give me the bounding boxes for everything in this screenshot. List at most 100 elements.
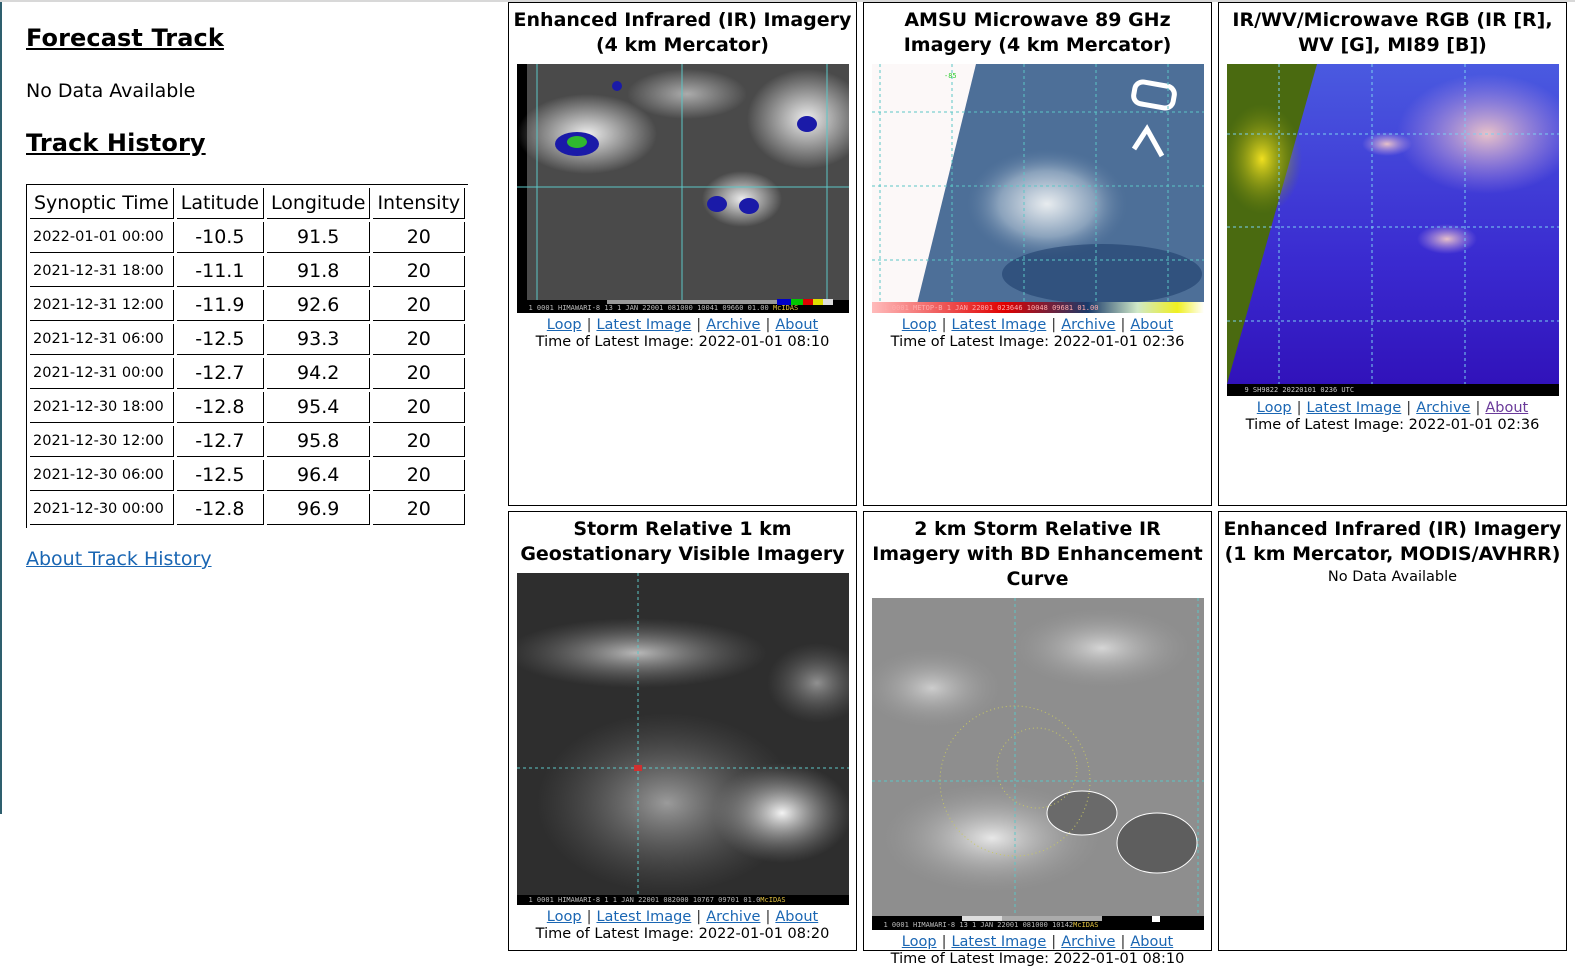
rgb-composite-image[interactable]: 9 SH9822 20220101 0236 UTC [1226,64,1559,396]
column-header-synoptic-time: Synoptic Time [30,188,174,219]
bd-enhancement-image[interactable]: 1 0001 HIMAWARI-8 13 1 JAN 22001 081000 … [871,598,1204,930]
table-row: 2022-01-01 00:00 -10.5 91.5 20 [30,222,466,253]
cell-synoptic-time: 2021-12-31 18:00 [30,256,174,287]
left-accent-bar [0,2,2,814]
panel-amsu-89ghz: AMSU Microwave 89 GHz Imagery (4 km Merc… [863,2,1212,506]
table-row: 2021-12-30 12:00 -12.7 95.8 20 [30,426,466,457]
svg-text:-85: -85 [944,72,957,80]
panel-links: Loop | Latest Image | Archive | About [901,317,1174,333]
panel-enhanced-ir-1km-modis: Enhanced Infrared (IR) Imagery (1 km Mer… [1218,511,1567,951]
cell-latitude: -12.8 [176,494,264,525]
archive-link[interactable]: Archive [706,317,760,333]
amsu-microwave-image[interactable]: -85 1 0001 METOP-B 1 JAN 22001 023646 10… [871,64,1204,313]
column-header-longitude: Longitude [266,188,371,219]
cell-synoptic-time: 2021-12-31 00:00 [30,358,174,389]
column-header-latitude: Latitude [176,188,264,219]
about-link[interactable]: About [775,317,818,333]
panel-title: Enhanced Infrared (IR) Imagery (1 km Mer… [1223,518,1562,565]
cell-latitude: -12.7 [176,358,264,389]
cell-intensity: 20 [373,256,466,287]
latest-image-link[interactable]: Latest Image [596,317,691,333]
cell-synoptic-time: 2021-12-31 06:00 [30,324,174,355]
panel-rgb-composite: IR/WV/Microwave RGB (IR [R], WV [G], MI8… [1218,2,1567,506]
loop-link[interactable]: Loop [547,909,582,925]
cell-synoptic-time: 2021-12-30 12:00 [30,426,174,457]
track-history-heading: Track History [26,129,206,157]
panel-title: AMSU Microwave 89 GHz Imagery (4 km Merc… [903,9,1172,56]
forecast-status: No Data Available [26,80,196,102]
latest-image-time: Time of Latest Image: 2022-01-01 02:36 [1245,417,1540,433]
cell-synoptic-time: 2021-12-30 18:00 [30,392,174,423]
archive-link[interactable]: Archive [1061,317,1115,333]
visible-imagery-image[interactable]: 1 0001 HIMAWARI-8 1 1 JAN 22001 082000 1… [516,573,849,905]
panel-links: Loop | Latest Image | Archive | About [546,317,819,333]
about-track-history-link[interactable]: About Track History [26,548,212,570]
latest-image-time: Time of Latest Image: 2022-01-01 08:20 [535,926,830,942]
cell-longitude: 95.4 [266,392,371,423]
cell-intensity: 20 [373,324,466,355]
archive-link[interactable]: Archive [1061,934,1115,950]
panel-title: Storm Relative 1 km Geostationary Visibl… [520,518,845,565]
cell-latitude: -12.5 [176,460,264,491]
cell-latitude: -12.5 [176,324,264,355]
cell-synoptic-time: 2021-12-30 00:00 [30,494,174,525]
table-row: 2021-12-30 06:00 -12.5 96.4 20 [30,460,466,491]
loop-link[interactable]: Loop [902,934,937,950]
cell-synoptic-time: 2021-12-30 06:00 [30,460,174,491]
panel-links: Loop | Latest Image | Archive | About [546,909,819,925]
image-caption: 1 0001 HIMAWARI-8 13 1 JAN 22001 081000 … [883,921,1099,929]
table-row: 2021-12-31 00:00 -12.7 94.2 20 [30,358,466,389]
cell-intensity: 20 [373,426,466,457]
cell-latitude: -10.5 [176,222,264,253]
cell-longitude: 94.2 [266,358,371,389]
cell-latitude: -11.9 [176,290,264,321]
about-link[interactable]: About [1130,934,1173,950]
column-header-intensity: Intensity [373,188,466,219]
cell-synoptic-time: 2021-12-31 12:00 [30,290,174,321]
cell-longitude: 96.9 [266,494,371,525]
cell-intensity: 20 [373,358,466,389]
cell-longitude: 95.8 [266,426,371,457]
about-link[interactable]: About [1485,400,1528,416]
panel-title: 2 km Storm Relative IR Imagery with BD E… [872,518,1203,590]
cell-intensity: 20 [373,392,466,423]
latest-image-time: Time of Latest Image: 2022-01-01 08:10 [890,951,1185,967]
track-history-table: Synoptic Time Latitude Longitude Intensi… [26,184,469,528]
archive-link[interactable]: Archive [706,909,760,925]
loop-link[interactable]: Loop [547,317,582,333]
panel-links: Loop | Latest Image | Archive | About [901,934,1174,950]
latest-image-link[interactable]: Latest Image [596,909,691,925]
cell-synoptic-time: 2022-01-01 00:00 [30,222,174,253]
archive-link[interactable]: Archive [1416,400,1470,416]
panel-links: Loop | Latest Image | Archive | About [1256,400,1529,416]
panel-title: IR/WV/Microwave RGB (IR [R], WV [G], MI8… [1232,9,1553,56]
loop-link[interactable]: Loop [1257,400,1292,416]
cell-longitude: 91.8 [266,256,371,287]
cell-latitude: -11.1 [176,256,264,287]
latest-image-link[interactable]: Latest Image [1306,400,1401,416]
about-link[interactable]: About [775,909,818,925]
panel-storm-relative-visible: Storm Relative 1 km Geostationary Visibl… [508,511,857,951]
loop-link[interactable]: Loop [902,317,937,333]
latest-image-time: Time of Latest Image: 2022-01-01 02:36 [890,334,1185,350]
enhanced-ir-image[interactable]: 1 0001 HIMAWARI-8 13 1 JAN 22001 081000 … [516,64,849,313]
cell-intensity: 20 [373,290,466,321]
image-caption: 9 SH9822 20220101 0236 UTC [1244,386,1355,394]
panel-status: No Data Available [1327,569,1458,585]
cell-longitude: 91.5 [266,222,371,253]
table-row: 2021-12-31 18:00 -11.1 91.8 20 [30,256,466,287]
panel-title: Enhanced Infrared (IR) Imagery (4 km Mer… [513,9,852,56]
latest-image-time: Time of Latest Image: 2022-01-01 08:10 [535,334,830,350]
image-caption: 1 0001 METOP-B 1 JAN 22001 023646 10048 … [883,304,1099,312]
forecast-track-heading: Forecast Track [26,24,224,52]
about-link[interactable]: About [1130,317,1173,333]
cell-intensity: 20 [373,494,466,525]
table-row: 2021-12-30 18:00 -12.8 95.4 20 [30,392,466,423]
cell-intensity: 20 [373,222,466,253]
table-row: 2021-12-31 06:00 -12.5 93.3 20 [30,324,466,355]
latest-image-link[interactable]: Latest Image [951,934,1046,950]
cell-longitude: 92.6 [266,290,371,321]
latest-image-link[interactable]: Latest Image [951,317,1046,333]
cell-latitude: -12.8 [176,392,264,423]
image-caption: 1 0001 HIMAWARI-8 1 1 JAN 22001 082000 1… [528,896,786,904]
